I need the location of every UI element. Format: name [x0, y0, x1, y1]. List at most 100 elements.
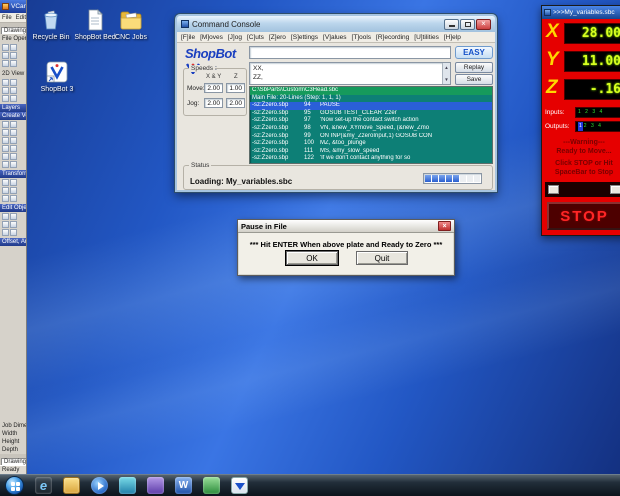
vcarve-tool-icon[interactable] [2, 129, 9, 136]
menu-file[interactable]: [F]ile [181, 34, 195, 41]
console-line-selected[interactable]: -sz:Zzero.sbp 94 PAUSE [250, 102, 492, 110]
move-z-input[interactable]: 1.00 [226, 83, 245, 93]
close-icon[interactable]: × [438, 221, 451, 231]
position-titlebar[interactable]: >>>My_variables.sbc [542, 6, 620, 19]
vcarve-tool-icon[interactable] [2, 161, 9, 168]
vcarve-tool-icon[interactable] [10, 121, 17, 128]
maximize-button[interactable] [460, 18, 475, 30]
section-create-vectors[interactable]: Create Ve [0, 112, 26, 120]
vcarve-tool-icon[interactable] [10, 213, 17, 220]
scroll-down-icon[interactable]: ▼ [444, 75, 448, 84]
command-history-list[interactable]: XX, ZZ, ▲ ▼ [249, 62, 451, 85]
vcarve-tool-icon[interactable] [2, 187, 9, 194]
menu-zero[interactable]: [Z]ero [269, 34, 286, 41]
taskbar-app-icon[interactable] [203, 477, 220, 494]
menu-values[interactable]: [V]alues [323, 34, 347, 41]
history-scrollbar[interactable]: ▲ ▼ [442, 63, 450, 84]
vcarve-tool-icon[interactable] [10, 95, 17, 102]
vcarve-tool-icon[interactable] [2, 95, 9, 102]
console-line[interactable]: -sz:Zzero.sbp 97 'Now set-up the contact s… [250, 117, 492, 125]
media-player-icon[interactable] [91, 477, 108, 494]
vcarve-tool-icon[interactable] [10, 52, 17, 59]
console-line[interactable]: -sz:Zzero.sbp 100 MZ, &too_plunge [250, 140, 492, 148]
stop-button[interactable]: STOP [547, 202, 620, 230]
mini-indicator-button[interactable] [548, 185, 559, 194]
menu-cuts[interactable]: [C]uts [247, 34, 264, 41]
vcarve-tool-icon[interactable] [10, 129, 17, 136]
vcarve-tool-icon[interactable] [10, 87, 17, 94]
scroll-up-icon[interactable]: ▲ [444, 63, 448, 72]
taskbar[interactable] [0, 474, 620, 496]
section-edit-objects[interactable]: Edit Objec [0, 204, 26, 212]
console-line[interactable]: -sz:Zzero.sbp 111 MS, &my_slow_speed [250, 148, 492, 156]
section-offset-array[interactable]: Offset, Ar [0, 238, 26, 246]
console-line[interactable]: -sz:Zzero.sbp 95 GOSUB TEST_CLEAR 'Zzer [250, 110, 492, 118]
vcarve-tool-icon[interactable] [2, 52, 9, 59]
vcarve-tool-icon[interactable] [2, 213, 9, 220]
position-window[interactable]: >>>My_variables.sbc X 28.00 Y 11.00 Z -.… [541, 5, 620, 236]
menu-edit[interactable]: Edit [16, 15, 26, 21]
pause-dialog-titlebar[interactable]: Pause in File × [238, 220, 454, 233]
move-xy-input[interactable]: 2.00 [204, 83, 223, 93]
console-line[interactable]: -sz:Zzero.sbp 98 VN, &new_XYmove_Speed, (&… [250, 125, 492, 133]
vcarve-tool-icon[interactable] [10, 221, 17, 228]
jog-z-input[interactable]: 2.00 [226, 98, 245, 108]
start-button[interactable] [5, 476, 24, 495]
taskbar-app-icon[interactable] [147, 477, 164, 494]
taskbar-app-icon[interactable] [119, 477, 136, 494]
mini-indicator-button[interactable] [610, 185, 620, 194]
shopbot-taskbar-icon[interactable] [231, 477, 248, 494]
vcarve-tool-icon[interactable] [2, 221, 9, 228]
easy-button[interactable]: EASY [455, 46, 493, 59]
vcarve-tool-icon[interactable] [2, 121, 9, 128]
section-layers[interactable]: Layers [0, 104, 26, 112]
vcarve-tool-icon[interactable] [10, 79, 17, 86]
menu-help[interactable]: [H]elp [444, 34, 461, 41]
vcarve-tool-icon[interactable] [2, 195, 9, 202]
command-input[interactable] [249, 46, 451, 59]
vcarve-titlebar[interactable]: VCarve Pro [0, 0, 26, 13]
tab-drawing[interactable]: Drawing [1, 27, 26, 34]
section-transform[interactable]: Transform [0, 170, 26, 178]
jog-xy-input[interactable]: 2.00 [204, 98, 223, 108]
vcarve-tool-icon[interactable] [10, 187, 17, 194]
vcarve-tool-icon[interactable] [10, 60, 17, 67]
menu-jog[interactable]: [J]og [228, 34, 242, 41]
menu-file[interactable]: File [2, 15, 12, 21]
vcarve-tool-icon[interactable] [2, 87, 9, 94]
console-line[interactable]: -sz:Zzero.sbp 99 ON INP(&my_ZzeroInput,1) … [250, 133, 492, 141]
command-console-titlebar[interactable]: Command Console × [177, 16, 495, 32]
vcarve-tool-icon[interactable] [2, 137, 9, 144]
vcarve-tool-icon[interactable] [2, 153, 9, 160]
vcarve-tool-icon[interactable] [10, 137, 17, 144]
save-button[interactable]: Save [455, 74, 493, 85]
menu-utilities[interactable]: [U]tilities [414, 34, 439, 41]
vcarve-tool-icon[interactable] [2, 145, 9, 152]
minimize-button[interactable] [444, 18, 459, 30]
replay-button[interactable]: Replay [455, 62, 493, 73]
vcarve-window[interactable]: VCarve Pro File Edit Drawing File Opera … [0, 0, 27, 474]
menu-recording[interactable]: [R]ecording [376, 34, 409, 41]
vcarve-tool-icon[interactable] [2, 229, 9, 236]
menu-moves[interactable]: [M]oves [200, 34, 223, 41]
vcarve-tool-icon[interactable] [2, 60, 9, 67]
console-line[interactable]: -sz:Zzero.sbp 122 'If we don't contact any… [250, 155, 492, 163]
vcarve-tool-icon[interactable] [10, 145, 17, 152]
desktop-icon-recycle-bin[interactable]: Recycle Bin [28, 8, 74, 42]
history-item[interactable]: ZZ, [253, 73, 447, 82]
command-console-window[interactable]: Command Console × [F]ile [M]oves [J]og [… [175, 14, 497, 192]
vcarve-tool-icon[interactable] [2, 79, 9, 86]
vcarve-tool-icon[interactable] [10, 179, 17, 186]
desktop-icon-shopbot3[interactable]: ShopBot 3 [34, 60, 80, 94]
history-item[interactable]: XX, [253, 64, 447, 73]
windows-explorer-icon[interactable] [63, 477, 80, 494]
menu-settings[interactable]: [S]ettings [291, 34, 318, 41]
file-console[interactable]: C:\SbParts\Custom\C3Head.sbc Main File: … [249, 86, 493, 164]
menu-tools[interactable]: [T]ools [352, 34, 372, 41]
pause-dialog[interactable]: Pause in File × *** Hit ENTER When above… [237, 219, 455, 276]
quit-button[interactable]: Quit [356, 251, 408, 265]
vcarve-tool-icon[interactable] [2, 44, 9, 51]
word-icon[interactable] [175, 477, 192, 494]
vcarve-tool-icon[interactable] [10, 153, 17, 160]
vcarve-tool-icon[interactable] [10, 229, 17, 236]
